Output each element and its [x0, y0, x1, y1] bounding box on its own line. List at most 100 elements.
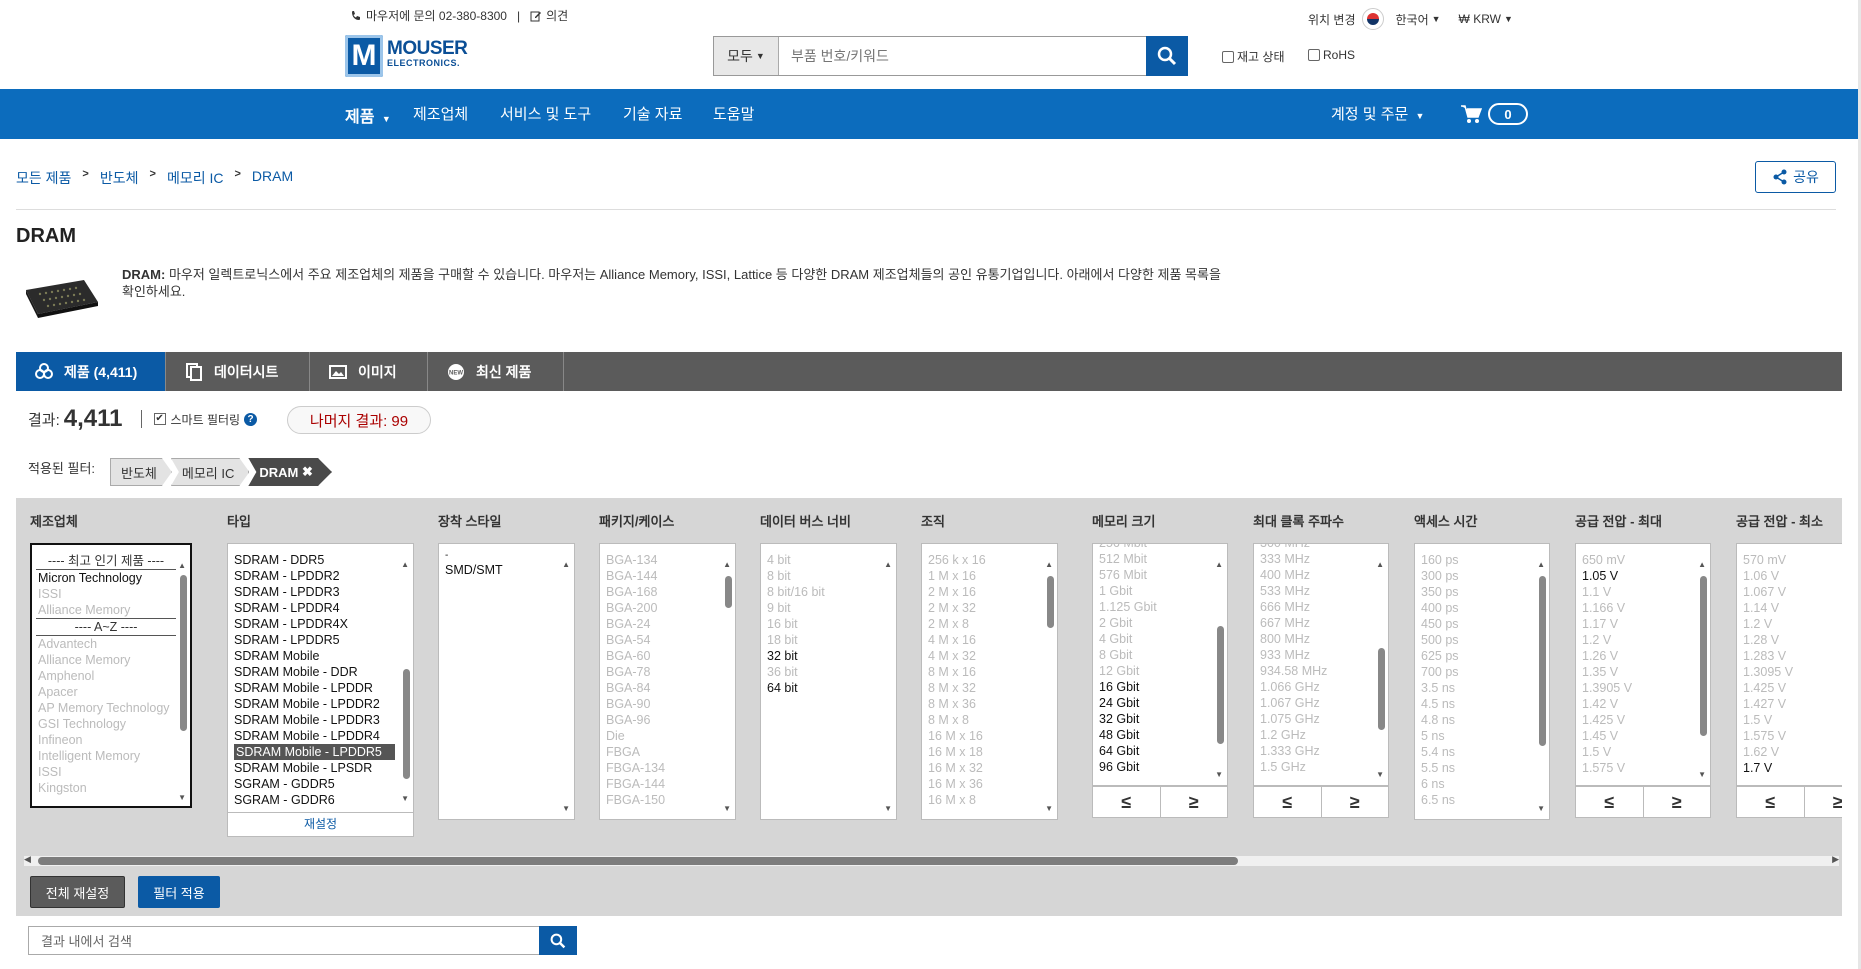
breadcrumb-semis[interactable]: 반도체: [100, 168, 139, 188]
list-item[interactable]: BGA-134: [600, 552, 735, 568]
list-item[interactable]: 512 Mbit: [1093, 551, 1227, 567]
list-item[interactable]: 32 bit: [761, 648, 896, 664]
scroll-up-icon[interactable]: ▲: [723, 560, 731, 569]
list-item[interactable]: SDRAM Mobile - LPDDR4: [228, 728, 395, 744]
filter-list-vmin[interactable]: 570 mV 1.06 V 1.067 V 1.14 V 1.2 V 1.28 …: [1736, 543, 1842, 786]
list-item[interactable]: 1.3095 V: [1737, 664, 1842, 680]
list-item[interactable]: 1.62 V: [1737, 744, 1842, 760]
list-item[interactable]: Die: [600, 728, 735, 744]
greater-equal-button[interactable]: ≥: [1322, 787, 1389, 817]
list-item[interactable]: Infineon: [36, 732, 176, 748]
list-item[interactable]: SDRAM - LPDDR4: [228, 600, 395, 616]
list-item[interactable]: 1.5 V: [1737, 712, 1842, 728]
search-category-select[interactable]: 모두 ▼: [714, 37, 779, 75]
list-item[interactable]: 800 MHz: [1254, 631, 1388, 647]
list-item[interactable]: BGA-96: [600, 712, 735, 728]
list-item[interactable]: SDRAM - DDR5: [228, 552, 395, 568]
list-item[interactable]: 1.283 V: [1737, 648, 1842, 664]
list-item[interactable]: 1.5 GHz: [1254, 759, 1388, 775]
list-item[interactable]: ISSI: [36, 586, 176, 602]
scroll-down-icon[interactable]: ▼: [1376, 770, 1384, 779]
list-item[interactable]: BGA-60: [600, 648, 735, 664]
list-item[interactable]: -: [439, 550, 574, 562]
scrollbar[interactable]: [1539, 576, 1546, 746]
breadcrumb-dram[interactable]: DRAM: [252, 168, 293, 188]
list-item[interactable]: SDRAM Mobile - LPDDR2: [228, 696, 395, 712]
list-item[interactable]: FBGA-150: [600, 792, 735, 808]
filter-list-manufacturer[interactable]: ---- 최고 인기 제품 ---- Micron Technology ISS…: [30, 543, 192, 808]
scroll-down-icon[interactable]: ▼: [723, 804, 731, 813]
list-item[interactable]: 1.1 V: [1576, 584, 1710, 600]
tab-datasheets[interactable]: 데이터시트: [166, 352, 310, 391]
list-item[interactable]: 2 M x 8: [922, 616, 1057, 632]
list-item[interactable]: 4.5 ns: [1415, 696, 1549, 712]
scroll-up-icon[interactable]: ▲: [1045, 560, 1053, 569]
list-item[interactable]: 1.125 Gbit: [1093, 599, 1227, 615]
nav-products[interactable]: 제품 ▼: [345, 103, 391, 127]
list-item-selected[interactable]: SDRAM Mobile - LPDDR5: [234, 744, 395, 760]
share-button[interactable]: 공유: [1755, 161, 1836, 193]
tab-products[interactable]: 제품 (4,411): [16, 352, 166, 391]
currency-select[interactable]: ₩ KRW: [1459, 12, 1501, 26]
list-item[interactable]: 1 M x 16: [922, 568, 1057, 584]
list-item[interactable]: 1 Gbit: [1093, 583, 1227, 599]
list-item[interactable]: 16 M x 16: [922, 728, 1057, 744]
less-equal-button[interactable]: ≤: [1093, 787, 1161, 817]
language-select[interactable]: 한국어: [1396, 11, 1429, 28]
list-item[interactable]: 350 ps: [1415, 584, 1549, 600]
list-item[interactable]: 1.166 V: [1576, 600, 1710, 616]
scroll-down-icon[interactable]: ▼: [178, 793, 186, 802]
list-item[interactable]: 12 Gbit: [1093, 663, 1227, 679]
close-icon[interactable]: ✖: [302, 464, 313, 480]
list-item[interactable]: 6 ns: [1415, 776, 1549, 792]
breadcrumb-all[interactable]: 모든 제품: [16, 168, 71, 188]
search-input[interactable]: [779, 37, 1146, 75]
list-item[interactable]: 1.425 V: [1576, 712, 1710, 728]
list-item[interactable]: BGA-78: [600, 664, 735, 680]
scrollbar-thumb[interactable]: [38, 857, 1238, 865]
list-item[interactable]: BGA-168: [600, 584, 735, 600]
list-item[interactable]: Apacer: [36, 684, 176, 700]
apply-filter-button[interactable]: 필터 적용: [138, 876, 220, 908]
nav-tech[interactable]: 기술 자료: [623, 103, 682, 124]
list-item[interactable]: 1.427 V: [1737, 696, 1842, 712]
list-item[interactable]: 16 M x 18: [922, 744, 1057, 760]
scroll-up-icon[interactable]: ▲: [1215, 560, 1223, 569]
list-item[interactable]: GSI Technology: [36, 716, 176, 732]
scroll-up-icon[interactable]: ▲: [884, 560, 892, 569]
list-item[interactable]: SGRAM - GDDR6: [228, 792, 395, 808]
nav-services[interactable]: 서비스 및 도구: [500, 103, 591, 124]
list-item[interactable]: SDRAM Mobile - LPSDR: [228, 760, 395, 776]
greater-equal-button[interactable]: ≥: [1805, 787, 1842, 817]
location-label[interactable]: 위치 변경: [1308, 11, 1356, 28]
cart-button[interactable]: 0: [1460, 103, 1528, 125]
list-item[interactable]: 1.26 V: [1576, 648, 1710, 664]
list-item[interactable]: 5.5 ns: [1415, 760, 1549, 776]
list-item[interactable]: Advantech: [36, 636, 176, 652]
list-item[interactable]: 96 Gbit: [1093, 759, 1227, 775]
scroll-down-icon[interactable]: ▼: [1045, 804, 1053, 813]
list-item[interactable]: 570 mV: [1737, 552, 1842, 568]
list-item[interactable]: 1.2 GHz: [1254, 727, 1388, 743]
list-item[interactable]: 1.5 V: [1576, 744, 1710, 760]
list-item[interactable]: FBGA: [600, 744, 735, 760]
scrollbar[interactable]: [1378, 648, 1385, 730]
scroll-down-icon[interactable]: ▼: [562, 804, 570, 813]
scroll-up-icon[interactable]: ▲: [1698, 560, 1706, 569]
list-item[interactable]: 1.35 V: [1576, 664, 1710, 680]
list-item[interactable]: BGA-84: [600, 680, 735, 696]
list-item[interactable]: 650 mV: [1576, 552, 1710, 568]
list-item[interactable]: Micron Technology: [36, 570, 176, 586]
list-item[interactable]: 160 ps: [1415, 552, 1549, 568]
list-item[interactable]: SDRAM - LPDDR3: [228, 584, 395, 600]
tab-images[interactable]: 이미지: [310, 352, 428, 391]
scroll-up-icon[interactable]: ▲: [401, 560, 409, 569]
list-item[interactable]: 1.45 V: [1576, 728, 1710, 744]
search-within-button[interactable]: [539, 926, 577, 955]
list-item[interactable]: SDRAM - LPDDR2: [228, 568, 395, 584]
filter-list-package[interactable]: BGA-134 BGA-144 BGA-168 BGA-200 BGA-24 B…: [599, 543, 736, 820]
list-item[interactable]: SDRAM - LPDDR4X: [228, 616, 395, 632]
scrollbar[interactable]: [1700, 576, 1707, 736]
list-item[interactable]: 1.075 GHz: [1254, 711, 1388, 727]
scrollbar[interactable]: [1047, 576, 1054, 628]
